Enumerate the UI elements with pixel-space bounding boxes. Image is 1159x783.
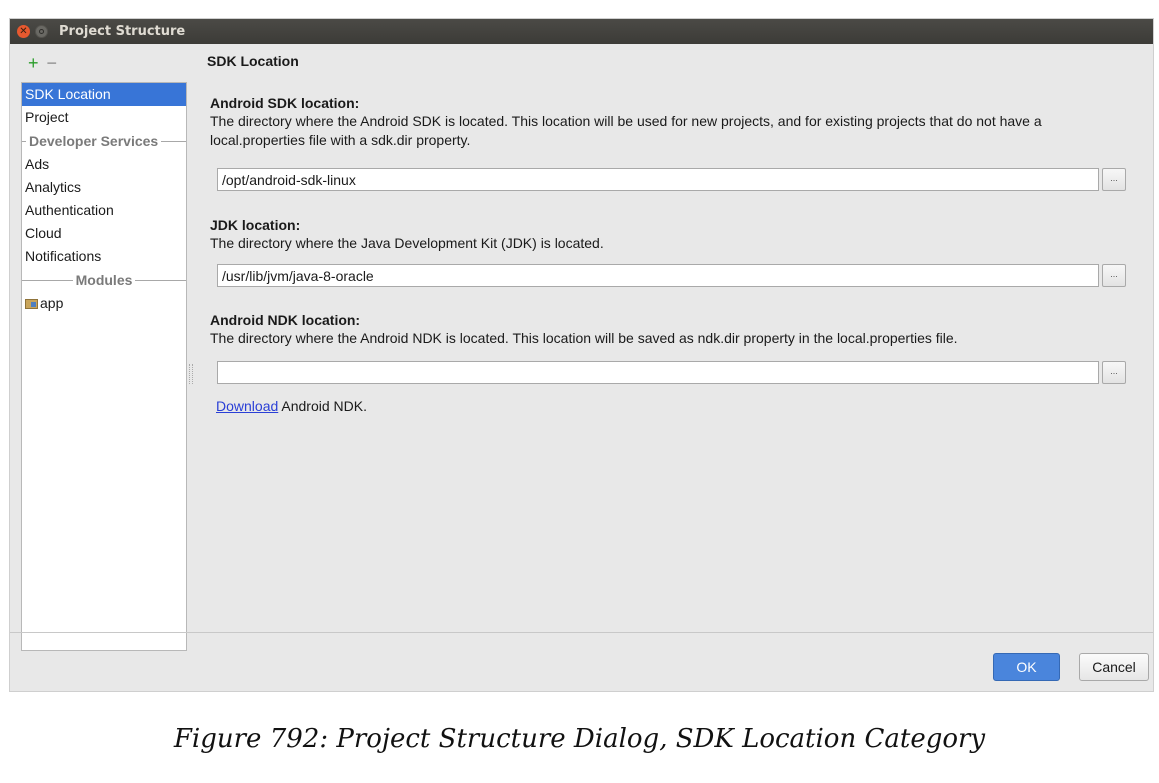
sidebar-item-sdk-location[interactable]: SDK Location (22, 83, 186, 106)
sidebar-item-analytics[interactable]: Analytics (22, 176, 186, 199)
android-ndk-browse-button[interactable]: ... (1102, 361, 1126, 384)
footer-divider (10, 632, 1153, 633)
sidebar-item-ads[interactable]: Ads (22, 153, 186, 176)
download-ndk-line: Download Android NDK. (216, 398, 367, 414)
title-bar: ✕ Project Structure (10, 19, 1153, 44)
ok-button[interactable]: OK (993, 653, 1060, 681)
android-sdk-heading: Android SDK location: (210, 95, 360, 111)
separator-line (22, 279, 73, 281)
android-sdk-path-input[interactable] (217, 168, 1099, 191)
sidebar-item-authentication[interactable]: Authentication (22, 199, 186, 222)
developer-services-separator: Developer Services (22, 129, 186, 153)
page-title: SDK Location (207, 53, 299, 69)
android-ndk-heading: Android NDK location: (210, 312, 361, 328)
jdk-heading: JDK location: (210, 217, 301, 233)
android-ndk-description: The directory where the Android NDK is l… (210, 330, 958, 346)
add-icon[interactable]: + (28, 53, 39, 73)
figure-caption: Figure 792: Project Structure Dialog, SD… (173, 724, 986, 754)
jdk-browse-button[interactable]: ... (1102, 264, 1126, 287)
close-icon[interactable]: ✕ (17, 25, 30, 38)
modules-separator: Modules (22, 268, 186, 292)
category-sidebar: SDK Location Project Developer Services … (21, 82, 187, 651)
project-structure-dialog: ✕ Project Structure + − SDK Location Proj… (9, 18, 1154, 692)
sidebar-item-project[interactable]: Project (22, 106, 186, 129)
separator-line (161, 140, 186, 142)
developer-services-header: Developer Services (29, 133, 159, 149)
android-sdk-browse-button[interactable]: ... (1102, 168, 1126, 191)
sidebar-toolbar: + − (28, 54, 57, 72)
android-ndk-path-input[interactable] (217, 361, 1099, 384)
jdk-path-input[interactable] (217, 264, 1099, 287)
module-folder-icon (25, 299, 38, 309)
window-title: Project Structure (59, 24, 186, 39)
jdk-description: The directory where the Java Development… (210, 235, 604, 251)
separator-line (135, 279, 186, 281)
splitter-handle[interactable] (189, 364, 193, 384)
download-ndk-suffix: Android NDK. (278, 398, 367, 414)
sidebar-item-label: app (40, 295, 64, 311)
sidebar-item-notifications[interactable]: Notifications (22, 245, 186, 268)
sidebar-item-app[interactable]: app (22, 292, 186, 315)
remove-icon[interactable]: − (47, 53, 58, 73)
android-sdk-description: The directory where the Android SDK is l… (210, 113, 1042, 148)
download-ndk-link[interactable]: Download (216, 398, 278, 414)
cancel-button[interactable]: Cancel (1079, 653, 1149, 681)
sidebar-item-cloud[interactable]: Cloud (22, 222, 186, 245)
minimize-icon[interactable] (35, 25, 48, 38)
modules-header: Modules (75, 272, 133, 288)
